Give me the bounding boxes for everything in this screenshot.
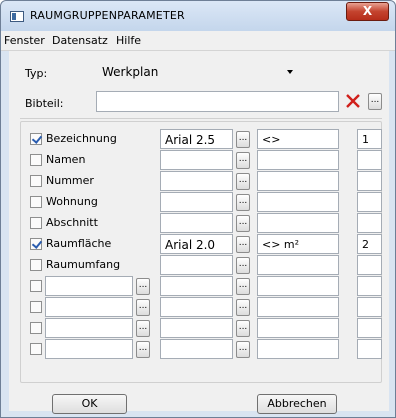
font-field[interactable] [160,213,233,233]
custom-row-checkbox[interactable] [30,280,42,292]
number-field[interactable]: 1 [357,129,382,149]
number-field[interactable] [357,339,382,359]
app-icon [10,11,24,22]
row-checkbox[interactable] [30,154,42,166]
row-label: Nummer [46,174,94,187]
format-field[interactable] [257,297,339,317]
format-field[interactable] [257,213,339,233]
menu-hilfe[interactable]: Hilfe [116,34,141,47]
row-label: Wohnung [46,195,98,208]
custom-name-field[interactable] [45,318,133,338]
row-label: Bezeichnung [46,132,117,145]
font-browse-button[interactable]: ... [236,341,250,358]
number-field[interactable] [357,276,382,296]
font-browse-button[interactable]: ... [236,320,250,337]
custom-name-browse-button[interactable]: ... [136,320,150,337]
font-browse-button[interactable]: ... [236,152,250,169]
row-checkbox[interactable] [30,175,42,187]
number-field[interactable] [357,213,382,233]
row-label: Abschnitt [46,216,98,229]
custom-row-checkbox[interactable] [30,301,42,313]
font-field[interactable] [160,318,233,338]
font-field[interactable] [160,171,233,191]
font-browse-button[interactable]: ... [236,299,250,316]
font-browse-button[interactable]: ... [236,131,250,148]
font-field[interactable] [160,339,233,359]
format-field[interactable] [257,150,339,170]
delete-icon[interactable] [345,93,361,109]
font-field[interactable] [160,255,233,275]
format-field[interactable] [257,318,339,338]
font-browse-button[interactable]: ... [236,194,250,211]
custom-name-browse-button[interactable]: ... [136,278,150,295]
format-field[interactable]: <> m² [257,234,339,254]
bibteil-input[interactable] [96,91,339,112]
menu-bar: Fenster Datensatz Hilfe [1,31,395,51]
format-field[interactable] [257,171,339,191]
row-label: Raumumfang [46,258,121,271]
cancel-button[interactable]: Abbrechen [257,394,337,414]
bibteil-label: Bibteil: [25,97,64,110]
row-checkbox[interactable] [30,133,42,145]
font-field[interactable] [160,297,233,317]
custom-name-field[interactable] [45,297,133,317]
bibteil-browse-button[interactable]: ... [368,93,382,110]
number-field[interactable] [357,171,382,191]
number-field[interactable] [357,150,382,170]
number-field[interactable] [357,297,382,317]
custom-name-browse-button[interactable]: ... [136,299,150,316]
format-field[interactable] [257,192,339,212]
row-checkbox[interactable] [30,217,42,229]
custom-name-field[interactable] [45,339,133,359]
font-field[interactable] [160,192,233,212]
font-browse-button[interactable]: ... [236,236,250,253]
format-field[interactable]: <> [257,129,339,149]
font-browse-button[interactable]: ... [236,173,250,190]
number-field[interactable]: 2 [357,234,382,254]
custom-row-checkbox[interactable] [30,343,42,355]
typ-label: Typ: [25,67,48,80]
font-field[interactable]: Arial 2.5 [160,129,233,149]
title-bar: RAUMGRUPPENPARAMETER X [1,1,395,31]
number-field[interactable] [357,192,382,212]
font-field[interactable] [160,150,233,170]
row-checkbox[interactable] [30,196,42,208]
format-field[interactable] [257,276,339,296]
number-field[interactable] [357,318,382,338]
font-field[interactable]: Arial 2.0 [160,234,233,254]
number-field[interactable] [357,255,382,275]
typ-dropdown[interactable]: Werkplan [96,61,301,83]
ok-button[interactable]: OK [52,394,127,414]
font-browse-button[interactable]: ... [236,215,250,232]
font-field[interactable] [160,276,233,296]
close-button[interactable]: X [346,2,389,21]
menu-fenster[interactable]: Fenster [4,34,45,47]
row-checkbox[interactable] [30,259,42,271]
row-label: Raumfläche [46,237,112,250]
row-checkbox[interactable] [30,238,42,250]
typ-value: Werkplan [102,65,159,79]
row-label: Namen [46,153,86,166]
format-field[interactable] [257,339,339,359]
custom-row-checkbox[interactable] [30,322,42,334]
font-browse-button[interactable]: ... [236,278,250,295]
dialog-window: RAUMGRUPPENPARAMETER X Fenster Datensatz… [0,0,396,418]
custom-name-browse-button[interactable]: ... [136,341,150,358]
menu-datensatz[interactable]: Datensatz [52,34,108,47]
window-title: RAUMGRUPPENPARAMETER [30,9,185,22]
chevron-down-icon [287,70,293,74]
custom-name-field[interactable] [45,276,133,296]
format-field[interactable] [257,255,339,275]
font-browse-button[interactable]: ... [236,257,250,274]
